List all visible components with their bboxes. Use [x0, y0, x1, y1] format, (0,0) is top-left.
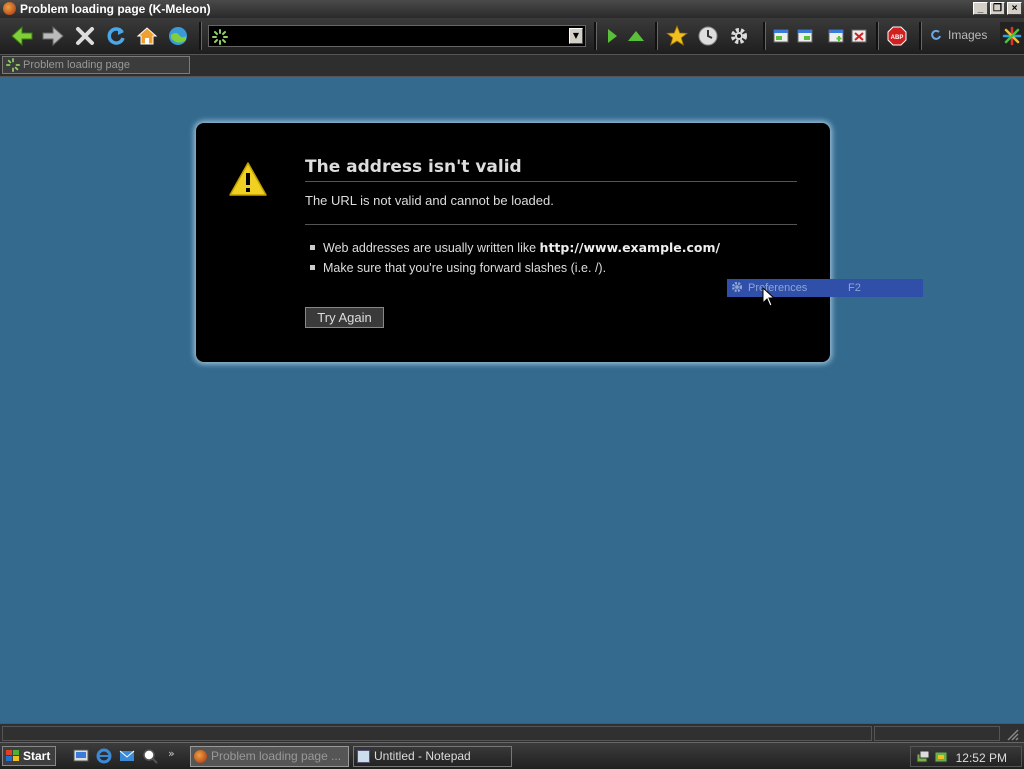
adblock-icon: ABP [887, 26, 907, 46]
clock[interactable]: 12:52 PM [956, 751, 1007, 765]
reload-button[interactable] [103, 23, 129, 49]
tab-label: Problem loading page [23, 59, 131, 71]
menu-item-shortcut: F2 [848, 282, 861, 294]
stop-button[interactable] [72, 23, 98, 49]
taskbar-item-browser[interactable]: Problem loading page ... [190, 746, 349, 767]
system-tray: 12:52 PM [910, 746, 1022, 767]
up-button[interactable] [623, 23, 649, 49]
show-desktop-icon[interactable] [73, 748, 89, 764]
up-arrow-icon [628, 31, 644, 41]
close-window-button[interactable]: × [1007, 2, 1022, 15]
security-tray-icon[interactable] [933, 749, 949, 765]
start-button[interactable]: Start [2, 746, 56, 766]
example-url: http://www.example.com/ [539, 240, 721, 255]
close-tab-button[interactable] [846, 23, 872, 49]
taskbar-item-notepad[interactable]: Untitled - Notepad [353, 746, 512, 767]
bookmarks-button[interactable] [664, 23, 690, 49]
search-icon [169, 27, 187, 45]
history-button[interactable] [695, 23, 721, 49]
suggestion-text: Make sure that you're using forward slas… [323, 261, 607, 275]
list-item: Web addresses are usually written like h… [308, 239, 720, 259]
svg-text:ABP: ABP [891, 35, 904, 41]
go-icon [608, 29, 617, 43]
resize-grip-icon[interactable] [1004, 726, 1020, 742]
back-button[interactable] [9, 23, 35, 49]
error-title: The address isn't valid [305, 157, 797, 182]
back-icon [11, 25, 33, 47]
new-window-icon [773, 29, 789, 43]
search-quicklaunch-icon[interactable] [142, 748, 158, 764]
new-window-button[interactable] [768, 23, 794, 49]
window-title: Problem loading page (K-Meleon) [20, 2, 211, 16]
restore-button[interactable]: ❐ [990, 2, 1005, 15]
k-meleon-task-icon [194, 750, 207, 763]
url-dropdown-button[interactable]: ▼ [569, 28, 583, 44]
star-icon [666, 25, 688, 46]
status-progress-cell [874, 726, 1000, 741]
divider [305, 224, 797, 225]
error-description: The URL is not valid and cannot be loade… [305, 193, 554, 208]
error-suggestions: Web addresses are usually written like h… [308, 239, 720, 279]
window-title-bar: Problem loading page (K-Meleon) _ ❐ × [0, 0, 1024, 18]
warning-icon [229, 162, 267, 196]
adblock-button[interactable]: ABP [884, 23, 910, 49]
try-again-button[interactable]: Try Again [305, 307, 384, 328]
menu-item-label: Preferences [748, 282, 808, 294]
stop-icon [76, 27, 94, 45]
tab-loading-icon [6, 58, 20, 72]
home-button[interactable] [134, 23, 160, 49]
loading-spinner-icon [212, 29, 228, 45]
task-label: Problem loading page ... [211, 749, 342, 763]
forward-button[interactable] [40, 23, 66, 49]
internet-explorer-icon[interactable] [96, 748, 112, 764]
navigation-toolbar: ▼ ABP Images [0, 18, 1024, 55]
images-toggle-button[interactable]: Images [930, 28, 987, 42]
reload-icon [107, 27, 125, 45]
url-input[interactable]: ▼ [208, 25, 586, 47]
k-meleon-logo-icon [1002, 26, 1022, 46]
tab-bar: Problem loading page [0, 55, 1024, 77]
task-label: Untitled - Notepad [374, 749, 471, 763]
taskbar: Start » Problem loading page ... Untitle… [0, 742, 1024, 769]
k-meleon-throbber [1000, 22, 1024, 50]
images-label: Images [948, 28, 988, 42]
preferences-menu-item[interactable]: Preferences F2 [727, 279, 923, 297]
forward-icon [42, 25, 64, 47]
outlook-express-icon[interactable] [119, 748, 135, 764]
clock-icon [698, 26, 718, 46]
minimize-button[interactable]: _ [973, 2, 988, 15]
start-label: Start [23, 749, 51, 763]
gear-icon [731, 281, 743, 293]
status-bar [0, 723, 1024, 743]
preferences-button[interactable] [726, 23, 752, 49]
tab-icon [797, 29, 813, 43]
quicklaunch-overflow-icon[interactable]: » [168, 747, 175, 760]
k-meleon-app-icon[interactable] [3, 2, 16, 15]
close-tab-icon [851, 29, 867, 43]
notepad-icon [357, 750, 370, 763]
error-panel: The address isn't valid The URL is not v… [196, 123, 830, 362]
suggestion-text: Web addresses are usually written like [323, 241, 540, 255]
windows-flag-icon [6, 750, 19, 761]
mouse-cursor-icon [762, 287, 776, 307]
open-tab-button[interactable] [792, 23, 818, 49]
list-item: Make sure that you're using forward slas… [308, 259, 720, 279]
status-text-cell [2, 726, 872, 741]
tab-problem-loading-page[interactable]: Problem loading page [2, 56, 190, 74]
new-tab-icon [828, 29, 844, 43]
search-button[interactable] [165, 23, 191, 49]
network-tray-icon[interactable] [915, 749, 931, 765]
go-button[interactable] [599, 23, 625, 49]
gear-icon [731, 28, 747, 44]
images-refresh-icon [931, 29, 941, 40]
home-icon [136, 27, 158, 45]
